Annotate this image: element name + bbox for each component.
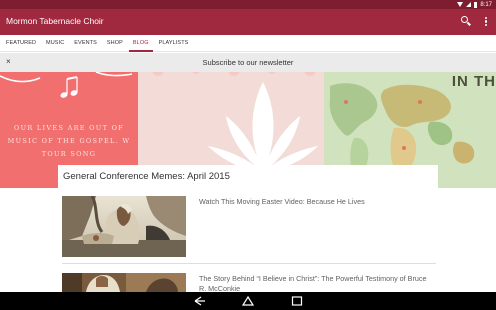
search-icon[interactable]	[460, 15, 472, 27]
newsletter-banner[interactable]: × Subscribe to our newsletter	[0, 53, 496, 72]
tab-shop[interactable]: SHOP	[103, 35, 127, 51]
app-screen: 8:17 Mormon Tabernacle Choir FEATURED MU…	[0, 0, 496, 310]
tab-events[interactable]: EVENTS	[70, 35, 101, 51]
hero-quote-line-2: MUSIC OF THE GOSPEL. W	[7, 137, 131, 145]
tab-music[interactable]: MUSIC	[42, 35, 68, 51]
hero-quote-line-3: TOUR SONG	[41, 150, 97, 158]
article-item[interactable]: Watch This Moving Easter Video: Because …	[62, 196, 436, 264]
home-icon[interactable]	[241, 295, 255, 307]
wifi-icon	[457, 2, 464, 7]
tab-blog[interactable]: BLOG	[128, 35, 153, 52]
featured-post-card[interactable]: General Conference Memes: April 2015	[58, 165, 438, 189]
back-icon[interactable]	[193, 295, 207, 307]
article-thumbnail[interactable]	[62, 196, 186, 257]
status-bar: 8:17	[0, 0, 496, 9]
app-bar: Mormon Tabernacle Choir	[0, 9, 496, 35]
hero-quote-line-1: OUR LIVES ARE OUT OF	[13, 124, 125, 132]
newsletter-text[interactable]: Subscribe to our newsletter	[0, 58, 496, 67]
tab-featured[interactable]: FEATURED	[2, 35, 40, 51]
recent-apps-icon[interactable]	[290, 295, 304, 307]
system-nav-bar	[0, 292, 496, 310]
status-time: 8:17	[480, 1, 492, 8]
app-title: Mormon Tabernacle Choir	[6, 16, 104, 26]
article-thumbnail-image	[62, 273, 186, 292]
tab-playlists[interactable]: PLAYLISTS	[155, 35, 193, 51]
article-title[interactable]: The Story Behind “I Believe in Christ”: …	[199, 274, 429, 294]
article-title[interactable]: Watch This Moving Easter Video: Because …	[199, 197, 429, 207]
article-item[interactable]: The Story Behind “I Believe in Christ”: …	[62, 273, 436, 294]
battery-icon	[474, 1, 478, 8]
tab-bar: FEATURED MUSIC EVENTS SHOP BLOG PLAYLIST…	[0, 35, 496, 52]
article-thumbnail-image	[62, 196, 186, 257]
article-thumbnail[interactable]	[62, 273, 186, 292]
music-notes-icon	[0, 72, 133, 98]
status-icons: 8:17	[457, 0, 492, 9]
featured-post-title[interactable]: General Conference Memes: April 2015	[63, 171, 230, 182]
more-vert-icon[interactable]	[483, 16, 489, 27]
hero-quote: OUR LIVES ARE OUT OF MUSIC OF THE GOSPEL…	[0, 122, 138, 161]
signal-icon	[466, 2, 472, 7]
hero-map-text: IN TH	[451, 73, 496, 90]
